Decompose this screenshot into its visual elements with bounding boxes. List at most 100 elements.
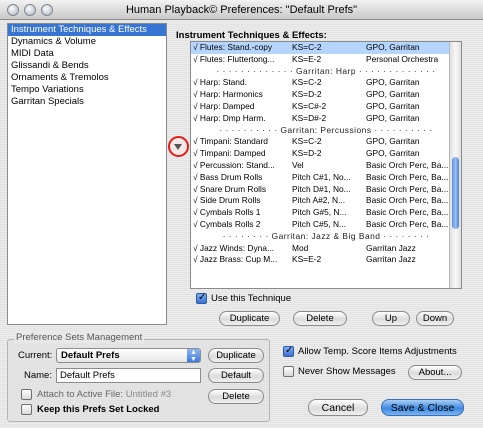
technique-keyswitch: Pitch C#5, N... bbox=[292, 218, 346, 229]
set-name-field[interactable]: Default Prefs bbox=[56, 368, 201, 383]
technique-name: √ Harp: Harmonics bbox=[193, 89, 263, 100]
technique-row[interactable]: √ Harp: Harmonics KS=D-2 GPO, Garritan bbox=[191, 89, 461, 101]
never-show-checkbox[interactable] bbox=[283, 366, 294, 377]
technique-row[interactable]: √ Harp: Dmp Harm. KS=D#-2 GPO, Garritan bbox=[191, 113, 461, 125]
technique-row[interactable]: √ Snare Drum Rolls Pitch D#1, No... Basic … bbox=[191, 184, 461, 196]
keep-locked-checkbox[interactable] bbox=[21, 404, 32, 415]
technique-name: √ Cymbals Rolls 1 bbox=[193, 207, 261, 218]
technique-row[interactable]: √ Jazz Winds: Dyna... Mod Garritan Jazz bbox=[191, 243, 461, 255]
technique-library: Basic Orch Perc, Ba... bbox=[366, 171, 449, 182]
technique-name: √ Side Drum Rolls bbox=[193, 195, 261, 206]
technique-keyswitch: KS=C#-2 bbox=[292, 100, 327, 111]
group-separator[interactable]: · · · · · · · · · · · · · Garritan: Harp… bbox=[191, 66, 461, 78]
technique-row[interactable]: √ Side Drum Rolls Pitch A#2, N... Basic Or… bbox=[191, 195, 461, 207]
technique-name: √ Timpani: Damped bbox=[193, 148, 266, 159]
technique-keyswitch: Mod bbox=[292, 242, 309, 253]
techniques-heading: Instrument Techniques & Effects: bbox=[176, 30, 327, 41]
title-bar: Human Playback© Preferences: "Default Pr… bbox=[0, 0, 483, 20]
techniques-scrollbar[interactable] bbox=[449, 42, 461, 288]
category-item-glissandi[interactable]: Glissandi & Bends bbox=[8, 60, 166, 72]
technique-library: GPO, Garritan bbox=[366, 42, 420, 52]
technique-keyswitch: Pitch A#2, N... bbox=[292, 195, 346, 206]
technique-keyswitch: Pitch G#5, N... bbox=[292, 207, 347, 218]
allow-temp-checkbox[interactable] bbox=[283, 345, 294, 357]
never-show-label: Never Show Messages bbox=[298, 366, 396, 377]
delete-technique-button[interactable]: Delete bbox=[293, 311, 347, 326]
duplicate-technique-button[interactable]: Duplicate bbox=[219, 311, 280, 326]
technique-name: √ Timpani: Standard bbox=[193, 136, 268, 147]
keep-locked-label: Keep this Prefs Set Locked bbox=[37, 404, 160, 415]
technique-library: Basic Orch Perc, Ba... bbox=[366, 207, 449, 218]
move-up-button[interactable]: Up bbox=[372, 311, 410, 326]
technique-keyswitch: KS=E-2 bbox=[292, 254, 322, 265]
save-close-button[interactable]: Save & Close bbox=[381, 399, 464, 416]
chevron-updown-icon: ▲ ▼ bbox=[187, 349, 200, 363]
technique-name: √ Bass Drum Rolls bbox=[193, 171, 263, 182]
technique-row[interactable]: √ Timpani: Damped KS=D-2 GPO, Garritan bbox=[191, 148, 461, 160]
technique-keyswitch: KS=D-2 bbox=[292, 148, 322, 159]
technique-keyswitch: Vel bbox=[292, 159, 304, 170]
category-list[interactable]: Instrument Techniques & Effects Dynamics… bbox=[7, 23, 167, 325]
technique-row[interactable]: √ Cymbals Rolls 2 Pitch C#5, N... Basic Or… bbox=[191, 219, 461, 231]
technique-keyswitch: KS=E-2 bbox=[292, 53, 322, 64]
technique-library: Personal Orchestra bbox=[366, 53, 439, 64]
delete-set-button[interactable]: Delete bbox=[208, 389, 264, 404]
technique-library: Basic Orch Perc, Ba... bbox=[366, 195, 449, 206]
technique-row[interactable]: √ Timpani: Standard KS=C-2 GPO, Garritan bbox=[191, 136, 461, 148]
window-title: Human Playback© Preferences: "Default Pr… bbox=[125, 4, 358, 16]
technique-library: Basic Orch Perc, Ba... bbox=[366, 218, 449, 229]
technique-name: √ Jazz Brass: Cup M... bbox=[193, 254, 278, 265]
technique-library: Basic Orch Perc, Ba... bbox=[366, 183, 449, 194]
attach-file-text: Attach to Active File: bbox=[37, 389, 124, 400]
technique-row[interactable]: √ Flutes: Fluttertong... KS=E-2 Personal O… bbox=[191, 54, 461, 66]
technique-row[interactable]: √ Jazz Brass: Cup M... KS=E-2 Garritan Jaz… bbox=[191, 254, 461, 266]
move-down-button[interactable]: Down bbox=[416, 311, 454, 326]
technique-library: GPO, Garritan bbox=[366, 89, 420, 100]
scrollbar-thumb[interactable] bbox=[452, 157, 459, 229]
expand-marker[interactable] bbox=[168, 136, 189, 157]
about-button[interactable]: About... bbox=[408, 365, 462, 380]
technique-keyswitch: KS=C-2 bbox=[292, 77, 322, 88]
category-item-ornaments[interactable]: Ornaments & Tremolos bbox=[8, 72, 166, 84]
default-set-button[interactable]: Default bbox=[208, 368, 264, 383]
category-item-instrument-techniques[interactable]: Instrument Techniques & Effects bbox=[8, 24, 166, 36]
technique-library: Basic Orch Perc, Ba... bbox=[366, 159, 449, 170]
group-separator[interactable]: · · · · · · · · Garritan: Jazz & Big Ban… bbox=[191, 231, 461, 243]
use-technique-checkbox[interactable] bbox=[196, 292, 207, 304]
technique-name: √ Jazz Winds: Dyna... bbox=[193, 242, 274, 253]
current-set-select[interactable]: Default Prefs ▲ ▼ bbox=[56, 348, 201, 363]
technique-library: GPO, Garritan bbox=[366, 77, 420, 88]
techniques-list[interactable]: √ Flutes: Stand.-copy KS=C-2 GPO, Garritan… bbox=[190, 41, 462, 289]
preference-sets-title: Preference Sets Management bbox=[14, 332, 145, 343]
technique-name: √ Percussion: Stand... bbox=[193, 159, 275, 170]
technique-row[interactable]: √ Harp: Damped KS=C#-2 GPO, Garritan bbox=[191, 101, 461, 113]
technique-name: √ Cymbals Rolls 2 bbox=[193, 218, 261, 229]
technique-row[interactable]: √ Flutes: Stand.-copy KS=C-2 GPO, Garritan bbox=[191, 42, 461, 54]
group-separator[interactable]: · · · · · · · · · · Garritan: Percussion… bbox=[191, 125, 461, 137]
technique-library: GPO, Garritan bbox=[366, 100, 420, 111]
technique-library: Garritan Jazz bbox=[366, 242, 416, 253]
technique-library: GPO, Garritan bbox=[366, 112, 420, 123]
current-label: Current: bbox=[18, 350, 53, 361]
category-item-dynamics[interactable]: Dynamics & Volume bbox=[8, 36, 166, 48]
technique-keyswitch: Pitch C#1, No... bbox=[292, 171, 351, 182]
technique-keyswitch: KS=C-2 bbox=[292, 136, 322, 147]
category-item-tempo[interactable]: Tempo Variations bbox=[8, 84, 166, 96]
cancel-button[interactable]: Cancel bbox=[308, 399, 368, 416]
technique-name: √ Flutes: Fluttertong... bbox=[193, 53, 275, 64]
category-item-midi-data[interactable]: MIDI Data bbox=[8, 48, 166, 60]
technique-library: GPO, Garritan bbox=[366, 136, 420, 147]
attach-file-name: Untitled #3 bbox=[125, 389, 172, 400]
technique-row[interactable]: √ Cymbals Rolls 1 Pitch G#5, N... Basic Or… bbox=[191, 207, 461, 219]
attach-file-checkbox[interactable] bbox=[21, 389, 32, 400]
technique-keyswitch: KS=D-2 bbox=[292, 89, 322, 100]
technique-row[interactable]: √ Percussion: Stand... Vel Basic Orch Perc… bbox=[191, 160, 461, 172]
category-item-garritan-specials[interactable]: Garritan Specials bbox=[8, 96, 166, 108]
technique-row[interactable]: √ Bass Drum Rolls Pitch C#1, No... Basic O… bbox=[191, 172, 461, 184]
duplicate-set-button[interactable]: Duplicate bbox=[208, 348, 264, 363]
technique-name: √ Harp: Stand. bbox=[193, 77, 247, 88]
attach-file-label: Attach to Active File: Untitled #3 bbox=[37, 389, 171, 400]
technique-name: √ Harp: Dmp Harm. bbox=[193, 112, 266, 123]
technique-row[interactable]: √ Harp: Stand. KS=C-2 GPO, Garritan bbox=[191, 77, 461, 89]
technique-library: GPO, Garritan bbox=[366, 148, 420, 159]
